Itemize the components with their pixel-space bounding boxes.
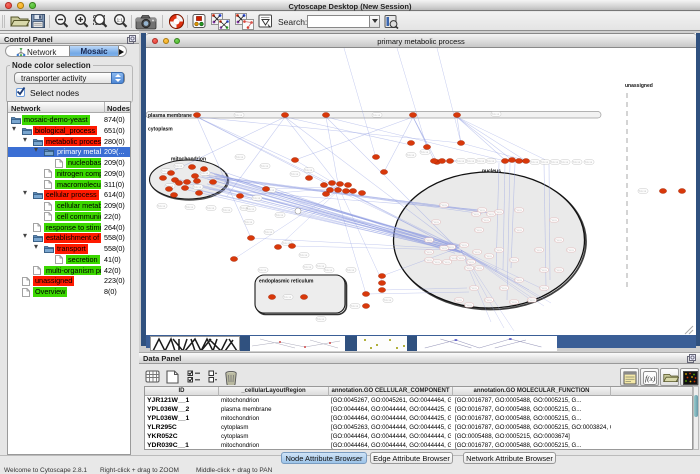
svg-text:Yxxxx: Yxxxx — [475, 266, 483, 270]
svg-text:Yxx xx: Yxx xx — [477, 159, 485, 163]
svg-text:Yxx xx: Yxx xx — [457, 159, 465, 163]
svg-text:Yxx xx: Yxx xx — [467, 159, 475, 163]
svg-text:Yxx xx: Yxx xx — [351, 304, 359, 308]
svg-text:Yxx xx: Yxx xx — [253, 196, 261, 200]
svg-text:plasma membrane: plasma membrane — [148, 113, 192, 119]
svg-text:Yxx xx: Yxx xx — [373, 113, 381, 117]
svg-text:Yxxxx: Yxxxx — [433, 260, 441, 264]
svg-text:f(x): f(x) — [645, 374, 656, 383]
svg-text:Yxxxx: Yxxxx — [540, 286, 548, 290]
svg-text:Yxxxx: Yxxxx — [440, 203, 448, 207]
svg-text:Yxx xx: Yxx xx — [207, 206, 215, 210]
svg-text:endoplasmic reticulum: endoplasmic reticulum — [259, 279, 314, 285]
svg-text:Yxxxx: Yxxxx — [495, 248, 503, 252]
svg-text:Yxx xx: Yxx xx — [561, 160, 569, 164]
svg-text:Yxx xx: Yxx xx — [317, 264, 325, 268]
svg-text:Yxx xx: Yxx xx — [551, 160, 559, 164]
svg-text:Yxxxx: Yxxxx — [495, 210, 503, 214]
svg-text:Yxx xx: Yxx xx — [194, 185, 202, 189]
svg-text:Yxxxx: Yxxxx — [460, 243, 468, 247]
svg-text:Yxxxx: Yxxxx — [465, 266, 473, 270]
svg-text:Yxxxx: Yxxxx — [540, 268, 548, 272]
svg-text:Yxxxx: Yxxxx — [467, 260, 475, 264]
svg-text:Yxxxx: Yxxxx — [555, 238, 563, 242]
svg-text:Yxx xx: Yxx xx — [639, 189, 647, 193]
svg-text:Yxxxx: Yxxxx — [500, 286, 508, 290]
svg-text:Yxxxx: Yxxxx — [515, 208, 523, 212]
svg-text:Yxxxx: Yxxxx — [443, 260, 451, 264]
svg-text:Yxx xx: Yxx xx — [259, 268, 267, 272]
svg-text:Yxxxx: Yxxxx — [555, 268, 563, 272]
svg-text:Yxx xx: Yxx xx — [487, 159, 495, 163]
svg-text:Yxxxx: Yxxxx — [432, 220, 440, 224]
svg-text:Yxx xx: Yxx xx — [201, 171, 209, 175]
svg-text:unassigned: unassigned — [625, 83, 653, 89]
svg-text:Yxx xx: Yxx xx — [245, 220, 253, 224]
svg-text:Yxx xx: Yxx xx — [585, 160, 593, 164]
svg-text:Yxx xx: Yxx xx — [235, 113, 243, 117]
svg-text:Yxx xx: Yxx xx — [158, 204, 166, 208]
svg-text:Yxx xx: Yxx xx — [325, 268, 333, 272]
svg-text:Yxxxx: Yxxxx — [425, 250, 433, 254]
svg-text:Yxxxx: Yxxxx — [485, 254, 493, 258]
svg-text:Yxxxx: Yxxxx — [487, 212, 495, 216]
svg-text:Yxxxx: Yxxxx — [482, 218, 490, 222]
svg-text:Yxx xx: Yxx xx — [304, 265, 312, 269]
svg-text:Yxxxx: Yxxxx — [455, 298, 463, 302]
svg-text:Yxxxx: Yxxxx — [465, 303, 473, 307]
svg-text:Yxx xx: Yxx xx — [541, 160, 549, 164]
svg-text:Yxx xx: Yxx xx — [291, 172, 299, 176]
svg-text:Yxxxx: Yxxxx — [470, 286, 478, 290]
svg-text:Yxxxx: Yxxxx — [550, 218, 558, 222]
svg-text:Yxxxx: Yxxxx — [457, 256, 465, 260]
svg-text:Yxxxx: Yxxxx — [515, 278, 523, 282]
svg-text:Yxx xx: Yxx xx — [384, 298, 392, 302]
svg-text:Yxxxx: Yxxxx — [425, 258, 433, 262]
svg-text:Yxxxx: Yxxxx — [485, 298, 493, 302]
svg-text:Yxx xx: Yxx xx — [276, 213, 284, 217]
svg-text:Yxx xx: Yxx xx — [317, 317, 325, 321]
svg-text:Yxxxx: Yxxxx — [473, 250, 481, 254]
svg-text:Yxxxx: Yxxxx — [510, 258, 518, 262]
svg-text:Yxx xx: Yxx xx — [223, 208, 231, 212]
svg-text:Yxx xx: Yxx xx — [492, 112, 500, 116]
svg-text:Yxx xx: Yxx xx — [247, 207, 255, 211]
svg-text:Yxxxx: Yxxxx — [472, 212, 480, 216]
svg-text:Yxx xx: Yxx xx — [347, 268, 355, 272]
svg-text:Yxx xx: Yxx xx — [261, 164, 269, 168]
svg-text:Yxx xx: Yxx xx — [305, 168, 313, 172]
svg-text:Yxxxx: Yxxxx — [567, 248, 575, 252]
svg-text:nucleus: nucleus — [482, 169, 501, 175]
svg-text:Yxxxx: Yxxxx — [535, 248, 543, 252]
svg-text:Yxxxx: Yxxxx — [425, 238, 433, 242]
svg-text:Yxx xx: Yxx xx — [407, 153, 415, 157]
svg-text:Yxx xx: Yxx xx — [236, 155, 244, 159]
svg-text:Yxx xx: Yxx xx — [531, 160, 539, 164]
svg-text:Yxx xx: Yxx xx — [186, 205, 194, 209]
svg-text:Yxxxx: Yxxxx — [515, 228, 523, 232]
svg-text:cytoplasm: cytoplasm — [148, 127, 173, 133]
svg-text:Yxxxx: Yxxxx — [447, 245, 455, 249]
svg-text:Yxx xx: Yxx xx — [265, 230, 273, 234]
svg-text:Yxx xx: Yxx xx — [175, 164, 183, 168]
svg-text:Yxx xx: Yxx xx — [573, 160, 581, 164]
svg-text:Yxx xx: Yxx xx — [300, 253, 308, 257]
svg-text:Yxxxx: Yxxxx — [528, 298, 536, 302]
svg-text:Yxxxx: Yxxxx — [478, 208, 486, 212]
svg-text:Yxx xx: Yxx xx — [284, 295, 292, 299]
svg-text:1:1: 1:1 — [117, 18, 124, 23]
svg-text:Yxxxx: Yxxxx — [475, 228, 483, 232]
svg-text:Yxx xx: Yxx xx — [421, 150, 429, 154]
svg-text:Yxxxx: Yxxxx — [440, 246, 448, 250]
svg-text:Yxxxx: Yxxxx — [510, 300, 518, 304]
